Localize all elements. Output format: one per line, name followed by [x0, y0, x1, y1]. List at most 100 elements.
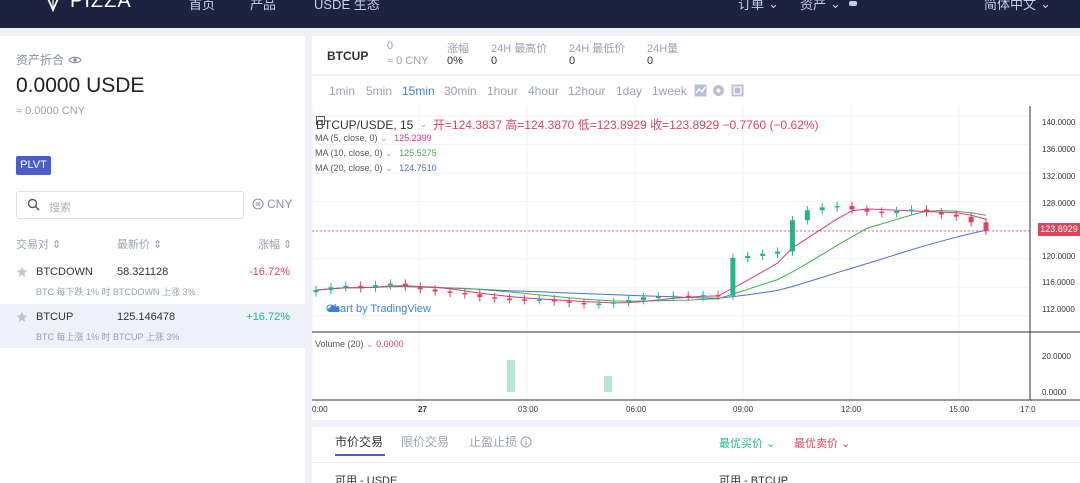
interval-1hour[interactable]: 1hour — [487, 84, 518, 98]
candle — [387, 283, 393, 286]
collapse-legend-icon[interactable] — [316, 116, 325, 125]
tab-limit-order[interactable]: 限价交易 — [401, 433, 449, 450]
candle — [983, 222, 989, 231]
y-tick: 112.0000 — [1042, 305, 1075, 314]
tab-market-order[interactable]: 市价交易 — [335, 433, 383, 450]
col-header-price[interactable]: 最新价 ⇕ — [117, 236, 162, 252]
chart-type-icon[interactable] — [694, 84, 707, 97]
ticker-low-label: 24H 最低价 — [569, 43, 626, 55]
nav-products[interactable]: 产品 — [250, 0, 276, 13]
ticker-change: 涨幅 0% — [447, 40, 469, 67]
volume-legend: Volume (20) ⌄ 0.0000 — [315, 339, 404, 349]
candle — [343, 285, 349, 288]
star-icon[interactable] — [16, 311, 28, 323]
pizza-logo-icon — [47, 0, 59, 12]
user-icon[interactable] — [848, 0, 858, 6]
fullscreen-icon[interactable] — [731, 84, 744, 97]
available-btcup: 可用 - BTCUP — [719, 475, 789, 483]
language-select[interactable]: 简体中文 ⌄ — [984, 0, 1051, 13]
search-box[interactable]: 搜索 — [16, 191, 244, 219]
x-tick: 17:0 — [1020, 405, 1036, 414]
ticker-high: 24H 最高价 0 — [491, 40, 547, 67]
interval-4hour[interactable]: 4hour — [528, 84, 559, 98]
star-icon[interactable] — [16, 266, 28, 278]
ma20-value: 124.7510 — [399, 163, 437, 173]
chevron-down-icon: ⌄ — [1040, 0, 1051, 11]
search-placeholder: 搜索 — [49, 202, 71, 214]
row-price: 58.321128 — [117, 266, 169, 278]
ticker-low-value: 0 — [569, 55, 576, 67]
candle — [953, 214, 959, 217]
row-symbol: BTCDOWN — [36, 266, 93, 278]
candle — [477, 294, 483, 298]
currency-toggle[interactable]: CNY — [252, 197, 292, 211]
interval-15min[interactable]: 15min — [402, 84, 435, 98]
ticker-last-price: 0 — [387, 40, 394, 52]
interval-5min[interactable]: 5min — [366, 84, 392, 98]
ma20-legend: MA (20, close, 0) ⌄ 124.7510 — [315, 163, 437, 173]
candle — [596, 303, 602, 306]
interval-1min[interactable]: 1min — [329, 84, 355, 98]
candle — [402, 283, 408, 287]
row-description: BTC 每上涨 1% 时 BTCUP 上涨 3% — [36, 332, 180, 342]
top-nav: PIZZA 首页 产品 USDE 生态 订单 ⌄ 资产 ⌄ 简体中文 ⌄ — [0, 0, 1080, 28]
ma10-label: MA (10, close, 0) — [315, 148, 383, 158]
candle — [819, 207, 825, 211]
candle — [864, 209, 870, 212]
candle — [715, 295, 721, 297]
candle — [626, 300, 632, 303]
volume-bar — [604, 376, 612, 392]
candle — [551, 299, 557, 302]
interval-1week[interactable]: 1week — [652, 84, 687, 98]
ma20-line — [315, 229, 987, 299]
tradingview-brand[interactable]: Chart by TradingView — [326, 303, 431, 315]
interval-toolbar: 1min 5min 15min 30min 1hour 4hour 12hour… — [312, 76, 1080, 106]
x-tick: 0:00 — [312, 405, 328, 414]
nav-assets[interactable]: 资产 ⌄ — [800, 0, 841, 13]
sort-icon: ⇕ — [153, 238, 163, 251]
nav-usde-eco[interactable]: USDE 生态 — [314, 0, 380, 13]
best-buy-price-select[interactable]: 最优买价 ⌄ — [719, 435, 775, 451]
x-tick: 09:00 — [733, 405, 754, 414]
candle — [641, 297, 647, 301]
ticker-high-label: 24H 最高价 — [491, 43, 548, 55]
y-tick: 132.0000 — [1042, 172, 1076, 181]
tab-stop-order[interactable]: 止盈止损 — [469, 433, 532, 450]
interval-12hour[interactable]: 12hour — [568, 84, 605, 98]
candle — [447, 291, 453, 294]
row-change: +16.72% — [246, 311, 290, 323]
col-header-change[interactable]: 涨幅 ⇕ — [258, 236, 292, 252]
candle — [804, 210, 810, 221]
asset-cny-value: ≈ 0.0000 CNY — [16, 105, 86, 117]
search-icon — [27, 198, 40, 211]
nav-home[interactable]: 首页 — [189, 0, 215, 13]
y-tick: 116.0000 — [1042, 278, 1075, 287]
eye-icon[interactable] — [68, 55, 82, 65]
ticker-bar: BTCUP 0 ≈ 0 CNY 涨幅 0% 24H 最高价 0 24H 最低价 … — [312, 36, 1080, 75]
col-header-pair[interactable]: 交易对 ⇕ — [16, 236, 61, 252]
col-header-price-label: 最新价 — [117, 239, 150, 251]
candle — [536, 299, 542, 301]
candle — [923, 209, 929, 213]
candle — [566, 301, 572, 303]
best-sell-price-select[interactable]: 最优卖价 ⌄ — [794, 435, 850, 451]
market-tab-plvt[interactable]: PLVT — [16, 156, 51, 175]
market-row-btcup[interactable]: BTCUP 125.146478 +16.72% BTC 每上涨 1% 时 BT… — [0, 304, 305, 348]
divider — [312, 462, 1080, 463]
candle — [849, 205, 855, 210]
candle — [745, 255, 751, 258]
vol-tick: 20.0000 — [1042, 352, 1071, 361]
interval-30min[interactable]: 30min — [444, 84, 477, 98]
nav-orders[interactable]: 订单 ⌄ — [738, 0, 779, 13]
chevron-down-icon: ⌄ — [830, 0, 841, 11]
market-row-btcdown[interactable]: BTCDOWN 58.321128 -16.72% BTC 每下跌 1% 时 B… — [0, 259, 305, 303]
ticker-price: 0 ≈ 0 CNY — [387, 40, 429, 67]
settings-icon[interactable] — [712, 84, 725, 97]
ticker-volume-value: 0 — [647, 55, 654, 67]
interval-1day[interactable]: 1day — [616, 84, 642, 98]
price-chart[interactable]: BTCUP/USDE, 15 ⌄ 开=124.3837 高=124.3870 低… — [312, 106, 1080, 420]
row-symbol: BTCUP — [36, 311, 74, 323]
candle — [313, 290, 319, 293]
ticker-high-value: 0 — [491, 55, 498, 67]
brand-logo[interactable]: PIZZA — [44, 0, 132, 13]
